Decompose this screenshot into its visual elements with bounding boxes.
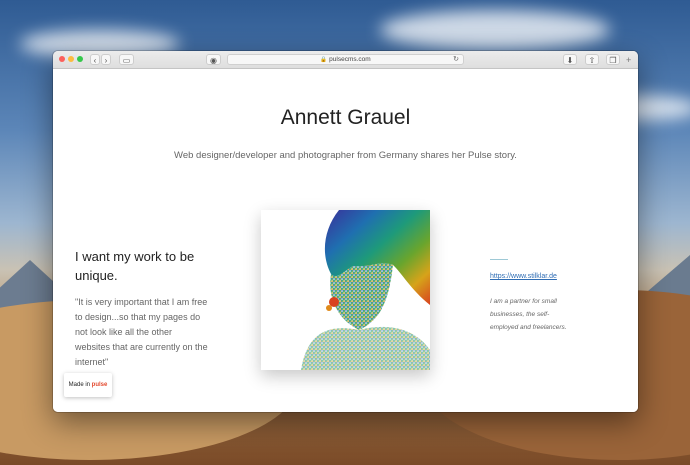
download-icon: ⬇ <box>566 56 574 65</box>
tabs-overview-button[interactable]: ❐ <box>606 54 620 65</box>
privacy-report-button[interactable]: ◉ <box>206 54 221 65</box>
zoom-window-button[interactable] <box>77 56 83 62</box>
browser-window: ‹ › ▭ ◉ 🔒 pulsecms.com ↻ ⬇ ⇧ ❐ + Annett G… <box>53 51 638 412</box>
quote-text: "It is very important that I am free to … <box>75 297 208 367</box>
back-button[interactable]: ‹ <box>90 54 100 65</box>
chevron-right-icon: › <box>104 56 108 65</box>
page-subtitle: Web designer/developer and photographer … <box>174 150 517 161</box>
website-link[interactable]: https://www.stilklar.de <box>490 273 557 280</box>
shield-icon: ◉ <box>210 56 217 65</box>
sidebar-button[interactable]: ▭ <box>119 54 134 65</box>
partner-note: I am a partner for small businesses, the… <box>490 298 567 331</box>
minimize-window-button[interactable] <box>68 56 74 62</box>
share-icon: ⇧ <box>588 56 596 65</box>
forward-button[interactable]: › <box>101 54 111 65</box>
url-text: pulsecms.com <box>329 56 371 63</box>
made-in-pulse-badge[interactable]: Made in pulse <box>64 373 112 397</box>
badge-prefix: Made in <box>68 382 92 388</box>
share-button[interactable]: ⇧ <box>585 54 599 65</box>
browser-toolbar: ‹ › ▭ ◉ 🔒 pulsecms.com ↻ ⬇ ⇧ ❐ + <box>53 51 638 69</box>
new-tab-icon[interactable]: + <box>626 55 631 65</box>
reload-icon[interactable]: ↻ <box>453 55 459 65</box>
portrait-photo <box>261 210 430 370</box>
close-window-button[interactable] <box>59 56 65 62</box>
headline: I want my work to be unique. <box>75 249 195 283</box>
address-bar[interactable]: 🔒 pulsecms.com ↻ <box>227 54 464 65</box>
pulse-logo: pulse <box>91 382 108 388</box>
lock-icon: 🔒 <box>320 57 328 63</box>
page-content: Annett Grauel Web designer/developer and… <box>53 69 638 412</box>
downloads-button[interactable]: ⬇ <box>563 54 577 65</box>
chevron-left-icon: ‹ <box>93 56 97 65</box>
divider <box>490 259 508 260</box>
sidebar-icon: ▭ <box>122 56 131 65</box>
page-title: Annett Grauel <box>280 106 411 129</box>
tabs-icon: ❐ <box>609 56 617 65</box>
